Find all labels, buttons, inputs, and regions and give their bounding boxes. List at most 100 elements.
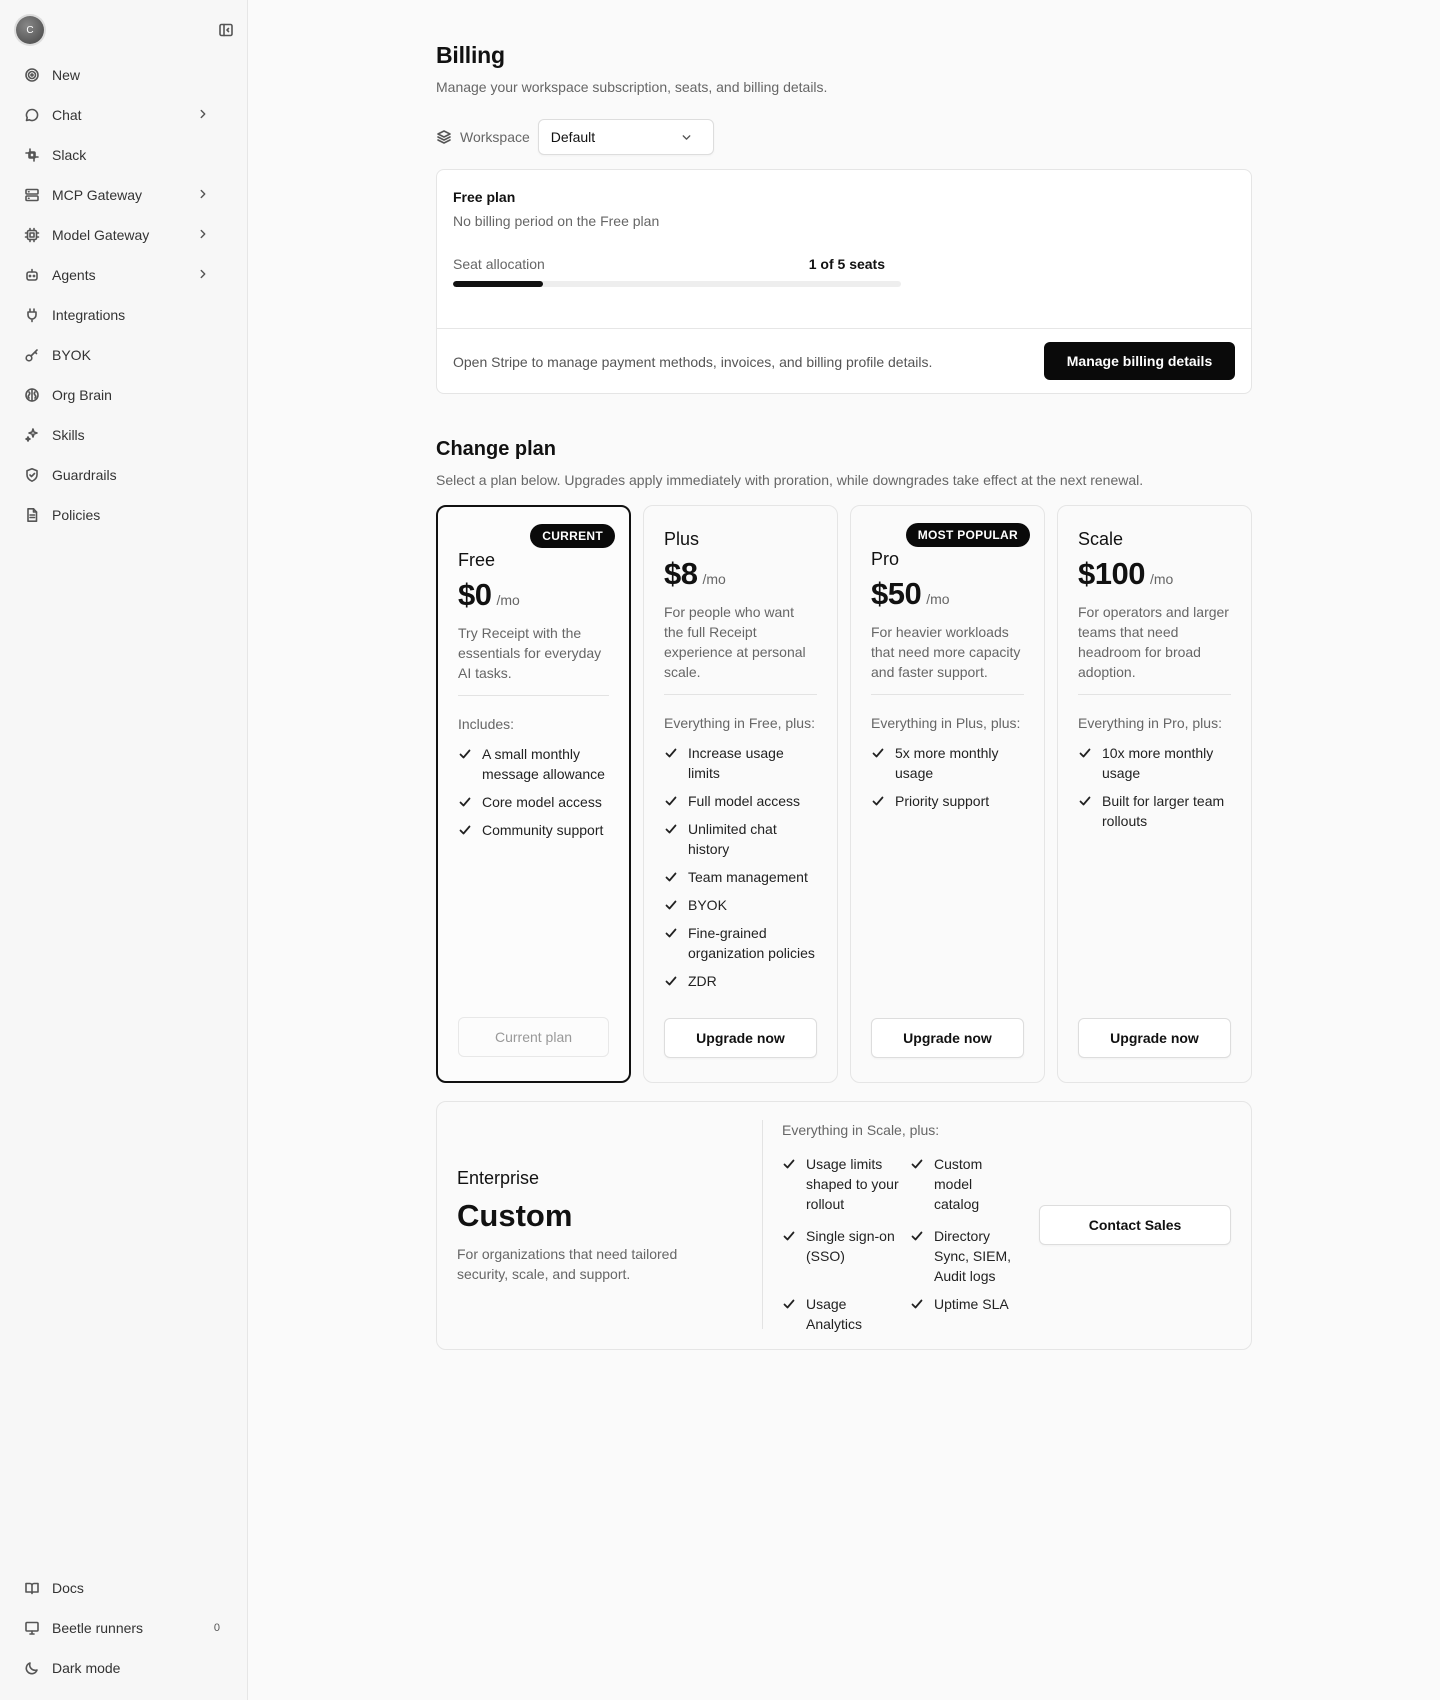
sidebar-item-slack[interactable]: Slack bbox=[14, 135, 234, 175]
price-amount: $0 bbox=[458, 577, 492, 612]
sidebar-item-label: Integrations bbox=[52, 307, 126, 323]
feature-text: Built for larger team rollouts bbox=[1102, 793, 1225, 829]
feature-item: Community support bbox=[458, 820, 609, 840]
sidebar: C New Chat Slack MCP Gateway Model Gatew… bbox=[0, 0, 248, 1700]
sidebar-item-label: New bbox=[52, 67, 81, 83]
feature-text: Single sign-on (SSO) bbox=[806, 1228, 895, 1264]
plan-price: $100 /mo bbox=[1078, 556, 1231, 592]
feature-item: ZDR bbox=[664, 971, 817, 991]
slack-icon bbox=[24, 147, 40, 163]
feature-item: Usage limits shaped to your rollout bbox=[782, 1154, 900, 1218]
current-plan-button[interactable]: Current plan bbox=[458, 1017, 609, 1057]
sidebar-item-agents[interactable]: Agents bbox=[14, 255, 234, 295]
seat-count: 1 of 5 seats bbox=[808, 256, 885, 272]
divider bbox=[762, 1120, 763, 1329]
feature-item: Team management bbox=[664, 867, 817, 887]
check-icon bbox=[871, 743, 885, 783]
check-icon bbox=[1078, 743, 1092, 783]
sidebar-item-policies[interactable]: Policies bbox=[14, 495, 234, 535]
plan-includes-label: Everything in Plus, plus: bbox=[871, 715, 1021, 731]
chevron-right-icon[interactable] bbox=[196, 267, 212, 283]
plan-name: Free bbox=[458, 550, 496, 570]
enterprise-price: Custom bbox=[457, 1198, 573, 1233]
chevron-right-icon[interactable] bbox=[196, 187, 212, 203]
feature-text: A small monthly message allowance bbox=[482, 746, 605, 782]
workspace-label: Workspace bbox=[460, 129, 530, 145]
sidebar-item-integrations[interactable]: Integrations bbox=[14, 295, 234, 335]
avatar[interactable]: C bbox=[16, 16, 44, 44]
workspace-select[interactable]: Default bbox=[537, 119, 714, 155]
check-icon bbox=[664, 867, 678, 887]
chevron-right-icon[interactable] bbox=[196, 107, 212, 123]
feature-text: Unlimited chat history bbox=[688, 821, 777, 857]
divider bbox=[458, 695, 609, 696]
sidebar-item-label: Dark mode bbox=[52, 1660, 121, 1676]
upgrade-plus-button[interactable]: Upgrade now bbox=[664, 1018, 817, 1058]
sidebar-item-label: BYOK bbox=[52, 347, 91, 363]
workspace-row: Workspace Default bbox=[436, 119, 1252, 155]
workspace-select-value: Default bbox=[550, 129, 596, 145]
feature-text: ZDR bbox=[688, 973, 717, 989]
seat-progress-bar bbox=[453, 281, 901, 287]
contact-sales-button[interactable]: Contact Sales bbox=[1039, 1205, 1231, 1245]
sidebar-item-new[interactable]: New bbox=[14, 55, 234, 95]
sidebar-item-model-gateway[interactable]: Model Gateway bbox=[14, 215, 234, 255]
divider bbox=[437, 328, 1251, 329]
feature-list: A small monthly message allowance Core m… bbox=[458, 744, 609, 840]
plan-description: For heavier workloads that need more cap… bbox=[871, 624, 1021, 680]
check-icon bbox=[910, 1154, 924, 1218]
price-period: /mo bbox=[1149, 571, 1174, 587]
plan-price: $8 /mo bbox=[664, 556, 817, 592]
price-amount: $100 bbox=[1078, 556, 1145, 591]
price-period: /mo bbox=[926, 591, 950, 607]
sidebar-item-beetle-runners[interactable]: Beetle runners 0 bbox=[14, 1608, 234, 1648]
plan-card-pro: MOST POPULAR Pro $50 /mo For heavier wor… bbox=[850, 505, 1045, 1083]
check-icon bbox=[664, 791, 678, 811]
sidebar-item-skills[interactable]: Skills bbox=[14, 415, 234, 455]
enterprise-feature-list: Custom model catalog Directory Sync, SIE… bbox=[910, 1154, 1020, 1322]
sidebar-item-chat[interactable]: Chat bbox=[14, 95, 234, 135]
sidebar-item-byok[interactable]: BYOK bbox=[14, 335, 234, 375]
feature-text: Fine-grained organization policies bbox=[688, 925, 815, 961]
feature-item: Fine-grained organization policies bbox=[664, 923, 817, 963]
sidebar-item-docs[interactable]: Docs bbox=[14, 1568, 234, 1608]
feature-text: Directory Sync, SIEM, Audit logs bbox=[934, 1228, 1012, 1284]
sidebar-item-org-brain[interactable]: Org Brain bbox=[14, 375, 234, 415]
brain-icon bbox=[24, 387, 40, 403]
seat-progress-fill bbox=[453, 281, 543, 287]
sidebar-item-label: Guardrails bbox=[52, 467, 117, 483]
current-plan-card: Free plan No billing period on the Free … bbox=[436, 169, 1252, 394]
current-plan-title: Free plan bbox=[453, 189, 516, 205]
target-icon bbox=[24, 67, 40, 83]
manage-billing-button[interactable]: Manage billing details bbox=[1044, 342, 1235, 380]
plan-card-plus: Plus $8 /mo For people who want the full… bbox=[643, 505, 838, 1083]
current-badge: CURRENT bbox=[530, 524, 615, 548]
chevron-down-icon bbox=[680, 131, 693, 144]
divider bbox=[664, 694, 817, 695]
chevron-right-icon[interactable] bbox=[196, 227, 212, 243]
feature-item: Priority support bbox=[871, 791, 1024, 811]
sidebar-item-guardrails[interactable]: Guardrails bbox=[14, 455, 234, 495]
stripe-description: Open Stripe to manage payment methods, i… bbox=[453, 354, 933, 370]
check-icon bbox=[782, 1226, 796, 1286]
check-icon bbox=[458, 792, 472, 812]
most-popular-badge: MOST POPULAR bbox=[905, 523, 1030, 547]
plan-description: For people who want the full Receipt exp… bbox=[664, 604, 806, 680]
enterprise-includes-label: Everything in Scale, plus: bbox=[782, 1122, 940, 1138]
upgrade-scale-button[interactable]: Upgrade now bbox=[1078, 1018, 1231, 1058]
feature-text: Community support bbox=[482, 822, 604, 838]
sidebar-toggle-icon[interactable] bbox=[218, 22, 234, 38]
sidebar-item-mcp-gateway[interactable]: MCP Gateway bbox=[14, 175, 234, 215]
feature-text: Usage limits shaped to your rollout bbox=[806, 1156, 899, 1212]
sidebar-item-dark-mode[interactable]: Dark mode bbox=[14, 1648, 234, 1688]
feature-item: Usage Analytics bbox=[782, 1294, 900, 1334]
divider bbox=[871, 694, 1024, 695]
feature-text: Custom model catalog bbox=[934, 1156, 983, 1212]
plan-description: Try Receipt with the essentials for ever… bbox=[458, 625, 602, 681]
feature-list: Increase usage limits Full model access … bbox=[664, 743, 817, 991]
upgrade-pro-button[interactable]: Upgrade now bbox=[871, 1018, 1024, 1058]
document-icon bbox=[24, 507, 40, 523]
shield-icon bbox=[24, 467, 40, 483]
feature-item: Custom model catalog bbox=[910, 1154, 1020, 1218]
check-icon bbox=[458, 744, 472, 784]
